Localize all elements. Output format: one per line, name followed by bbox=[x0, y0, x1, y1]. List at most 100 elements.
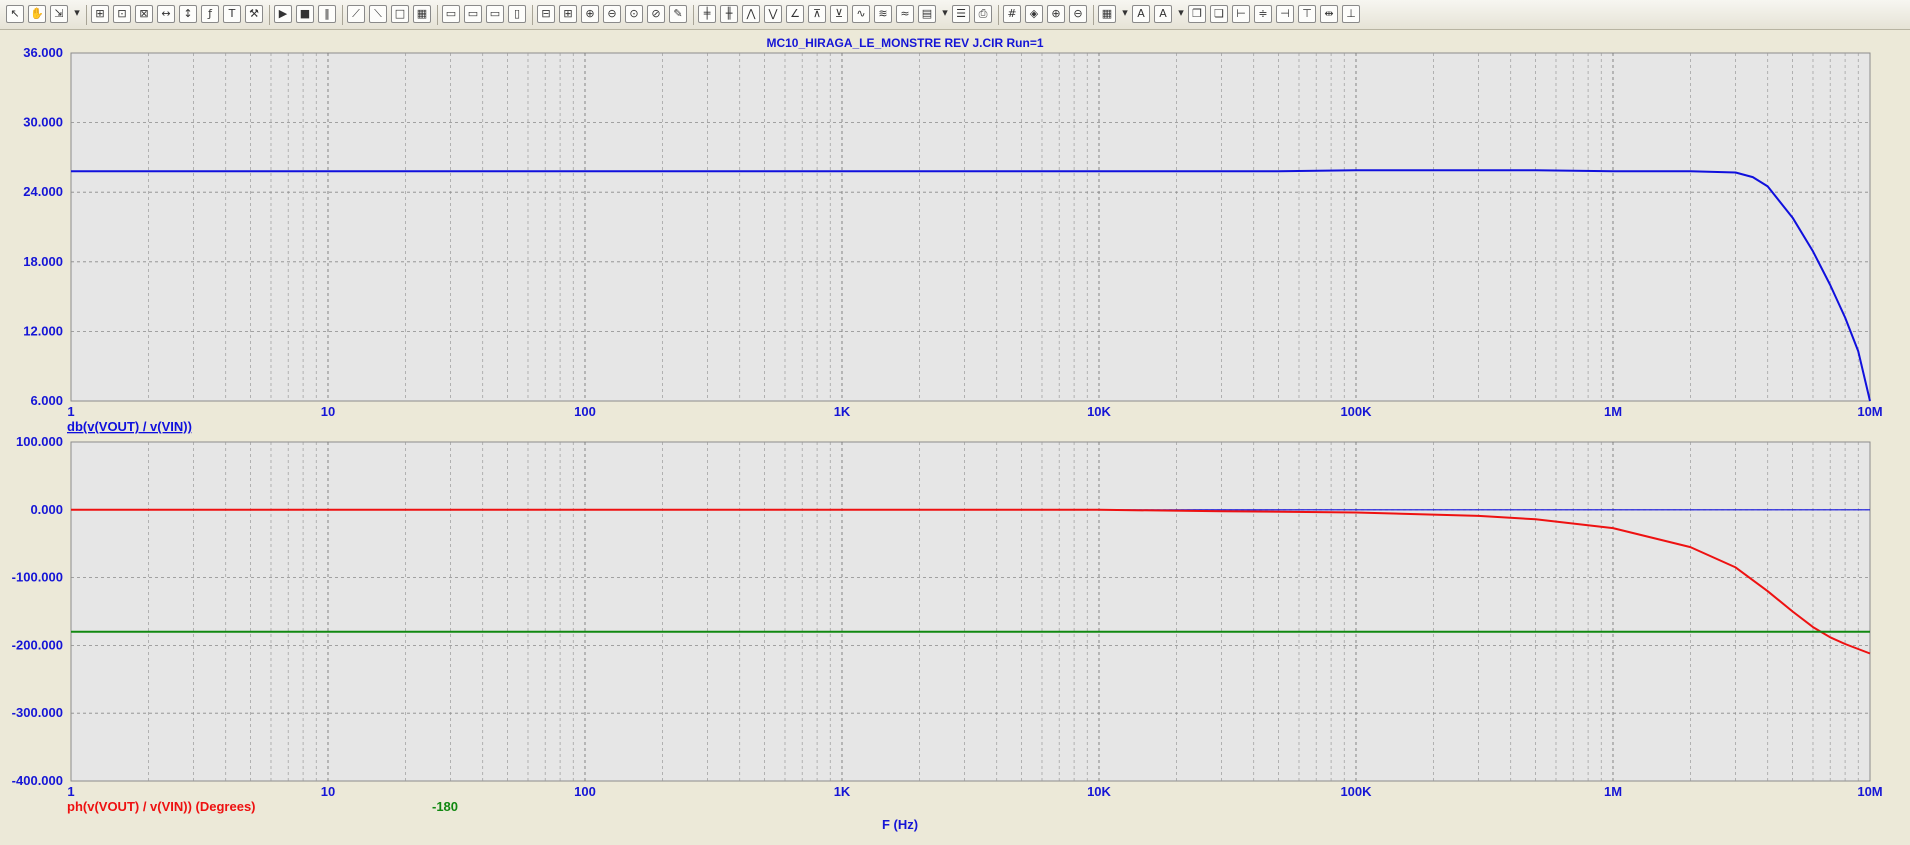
plot-c-icon[interactable]: ▭ bbox=[486, 5, 504, 23]
y-tick-label: 30.000 bbox=[23, 115, 63, 130]
x-tick-label: 10K bbox=[1087, 404, 1111, 419]
x-tick-label: 10M bbox=[1857, 404, 1882, 419]
global-high-icon[interactable]: ≋ bbox=[874, 5, 892, 23]
zoom-window-icon[interactable]: ⊡ bbox=[113, 5, 131, 23]
pause-icon[interactable]: ‖ bbox=[318, 5, 336, 23]
align-bottom-icon[interactable]: ⊥ bbox=[1342, 5, 1360, 23]
magnify-plus-icon[interactable]: ⊕ bbox=[1047, 5, 1065, 23]
scale-icon[interactable]: ⊞ bbox=[91, 5, 109, 23]
x-tick-label: 100K bbox=[1340, 784, 1372, 799]
zoom-x-icon[interactable]: ↔ bbox=[157, 5, 175, 23]
x-tick-label: 1K bbox=[834, 404, 851, 419]
magnify-minus-icon[interactable]: ⊖ bbox=[1069, 5, 1087, 23]
y-tick-label: -100.000 bbox=[12, 570, 63, 585]
series-label: ph(v(VOUT) / v(VIN)) (Degrees) bbox=[67, 799, 256, 814]
pan-hand-icon[interactable]: ✋ bbox=[28, 5, 46, 23]
series-label: db(v(VOUT) / v(VIN)) bbox=[67, 419, 192, 434]
global-low-icon[interactable]: ≈ bbox=[896, 5, 914, 23]
tools-icon[interactable]: ⚒ bbox=[245, 5, 263, 23]
align-top-icon[interactable]: ⊤ bbox=[1298, 5, 1316, 23]
x-tick-label: 1 bbox=[67, 404, 74, 419]
marker-icon[interactable]: ◈ bbox=[1025, 5, 1043, 23]
cursor-left-icon[interactable]: ⟋ bbox=[347, 5, 365, 23]
style-icon[interactable]: A bbox=[1154, 5, 1172, 23]
window-title: MC10_HIRAGA_LE_MONSTRE REV J.CIR Run=1 bbox=[766, 36, 1043, 50]
grid-icon[interactable]: # bbox=[1003, 5, 1021, 23]
zoom-out-icon[interactable]: ⊖ bbox=[603, 5, 621, 23]
run-icon[interactable]: ▶ bbox=[274, 5, 292, 23]
tag-2-icon[interactable]: ╫ bbox=[720, 5, 738, 23]
zoom-prev-icon[interactable]: ⊘ bbox=[647, 5, 665, 23]
dropdown-arrow-icon[interactable]: ▾ bbox=[1120, 5, 1130, 23]
toolbar-separator bbox=[342, 5, 343, 25]
y-tick-label: 100.000 bbox=[16, 434, 63, 449]
plot-d-icon[interactable]: ▯ bbox=[508, 5, 526, 23]
y-tick-label: 18.000 bbox=[23, 254, 63, 269]
font-icon[interactable]: A bbox=[1132, 5, 1150, 23]
x-tick-label: 10 bbox=[321, 784, 335, 799]
x-tick-label: 10 bbox=[321, 404, 335, 419]
toolbar-separator bbox=[86, 5, 87, 25]
stop-icon[interactable]: ■ bbox=[296, 5, 314, 23]
select-arrow-icon[interactable]: ↖ bbox=[6, 5, 24, 23]
zoom-y-icon[interactable]: ↕ bbox=[179, 5, 197, 23]
v-split-icon[interactable]: ⊞ bbox=[559, 5, 577, 23]
slope-icon[interactable]: ∠ bbox=[786, 5, 804, 23]
dropdown-arrow-icon[interactable]: ▾ bbox=[72, 5, 82, 23]
low-icon[interactable]: ⊻ bbox=[830, 5, 848, 23]
edit-icon[interactable]: ✎ bbox=[669, 5, 687, 23]
valley-icon[interactable]: ⋁ bbox=[764, 5, 782, 23]
align-right-icon[interactable]: ⊣ bbox=[1276, 5, 1294, 23]
formula-icon[interactable]: ƒ bbox=[201, 5, 219, 23]
toolbar: ↖ ✋ ⇲ ▾ ⊞ ⊡ ⊠ ↔ ↕ ƒ T ⚒ ▶ ■ ‖ ⟋ ⟍ □ ▦ ▭ ▭ ▭ ▯ ⊟ ⊞ ⊕ ⊖ ⊙ ⊘ ✎ ╪ ╫ ⋀ ⋁ ∠ ⊼ ⊻ ∿ ≋ ≈… bbox=[0, 0, 1910, 30]
align-center-icon[interactable]: ≑ bbox=[1254, 5, 1272, 23]
box-icon[interactable]: □ bbox=[391, 5, 409, 23]
inflection-icon[interactable]: ∿ bbox=[852, 5, 870, 23]
x-tick-label: 10M bbox=[1857, 784, 1882, 799]
cursor-right-icon[interactable]: ⟍ bbox=[369, 5, 387, 23]
toolbar-separator bbox=[532, 5, 533, 25]
text-icon[interactable]: T bbox=[223, 5, 241, 23]
zoom-fit-icon[interactable]: ⊙ bbox=[625, 5, 643, 23]
x-tick-label: 1M bbox=[1604, 784, 1622, 799]
plot-area: MC10_HIRAGA_LE_MONSTRE REV J.CIR Run=1 F… bbox=[0, 31, 1910, 840]
copy-icon[interactable]: ❐ bbox=[1188, 5, 1206, 23]
peak-icon[interactable]: ⋀ bbox=[742, 5, 760, 23]
y-tick-label: 36.000 bbox=[23, 45, 63, 60]
plot-b-icon[interactable]: ▭ bbox=[464, 5, 482, 23]
zoom-region-icon[interactable]: ⊠ bbox=[135, 5, 153, 23]
zoom-in-icon[interactable]: ⊕ bbox=[581, 5, 599, 23]
plot-frame bbox=[70, 441, 1871, 782]
print-icon[interactable]: ⎙ bbox=[974, 5, 992, 23]
tag-1-icon[interactable]: ╪ bbox=[698, 5, 716, 23]
align-left-icon[interactable]: ⊢ bbox=[1232, 5, 1250, 23]
y-tick-label: 6.000 bbox=[30, 393, 63, 408]
high-icon[interactable]: ⊼ bbox=[808, 5, 826, 23]
y-tick-label: 12.000 bbox=[23, 323, 63, 338]
x-tick-label: 100 bbox=[574, 784, 596, 799]
analysis-plot: MC10_HIRAGA_LE_MONSTRE REV J.CIR Run=1 F… bbox=[12, 36, 1883, 832]
clipboard-icon[interactable]: ▤ bbox=[918, 5, 936, 23]
properties-icon[interactable]: ☰ bbox=[952, 5, 970, 23]
x-tick-label: 100K bbox=[1340, 404, 1372, 419]
y-tick-label: 24.000 bbox=[23, 184, 63, 199]
x-axis-title: F (Hz) bbox=[882, 817, 918, 832]
h-split-icon[interactable]: ⊟ bbox=[537, 5, 555, 23]
y-tick-label: -200.000 bbox=[12, 637, 63, 652]
dropdown-arrow-icon[interactable]: ▾ bbox=[940, 5, 950, 23]
toolbar-separator bbox=[693, 5, 694, 25]
x-tick-label: 1 bbox=[67, 784, 74, 799]
x-tick-label: 1M bbox=[1604, 404, 1622, 419]
toolbar-separator bbox=[437, 5, 438, 25]
layout-icon[interactable]: ▦ bbox=[1098, 5, 1116, 23]
y-tick-label: 0.000 bbox=[30, 502, 63, 517]
grid-box-icon[interactable]: ▦ bbox=[413, 5, 431, 23]
x-tick-label: 1K bbox=[834, 784, 851, 799]
y-tick-label: -300.000 bbox=[12, 705, 63, 720]
dropdown-arrow-icon[interactable]: ▾ bbox=[1176, 5, 1186, 23]
y-tick-label: -400.000 bbox=[12, 773, 63, 788]
plot-a-icon[interactable]: ▭ bbox=[442, 5, 460, 23]
paste-icon[interactable]: ❏ bbox=[1210, 5, 1228, 23]
distribute-icon[interactable]: ⇹ bbox=[1320, 5, 1338, 23]
pointer-menu-icon[interactable]: ⇲ bbox=[50, 5, 68, 23]
